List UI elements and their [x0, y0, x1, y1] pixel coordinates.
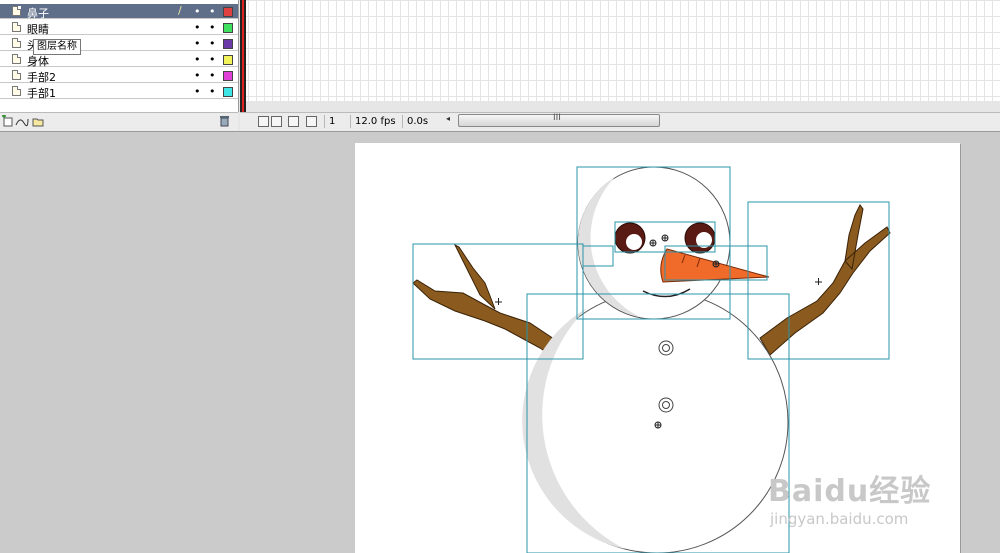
layer-name: 手部2 [27, 71, 56, 84]
visibility-dot[interactable]: • [194, 53, 201, 66]
body-button-1 [658, 340, 674, 356]
visibility-dot[interactable]: • [194, 5, 201, 18]
visibility-dot[interactable]: • [194, 21, 201, 34]
center-frame-icon[interactable] [258, 116, 269, 127]
layer-icon [12, 70, 21, 80]
lock-dot[interactable]: • [209, 37, 216, 50]
outline-color-swatch[interactable] [223, 23, 233, 33]
insert-folder-icon[interactable] [31, 115, 44, 127]
layer-row-arm2[interactable]: 手部2 • • [0, 68, 238, 84]
outline-color-swatch[interactable] [223, 55, 233, 65]
timeline-horizontal-scrollbar[interactable]: III [458, 113, 660, 127]
layer-row-eyes[interactable]: 眼睛 • • [0, 20, 238, 36]
elapsed-time: 0.0s [402, 115, 439, 128]
lock-dot[interactable]: • [209, 85, 216, 98]
outline-color-swatch[interactable] [223, 39, 233, 49]
visibility-dot[interactable]: • [194, 37, 201, 50]
layer-name: 身体 [27, 55, 49, 68]
frames-grid[interactable] [240, 0, 1000, 101]
insert-layer-icon[interactable] [1, 115, 13, 127]
lock-dot[interactable]: • [209, 5, 216, 18]
onion-skin-outlines-icon[interactable] [288, 116, 299, 127]
visibility-dot[interactable]: • [194, 85, 201, 98]
timeline-panel: 鼻子 / • • 眼睛 • • 头 • • 身体 • • [0, 0, 1000, 132]
lock-dot[interactable]: • [209, 69, 216, 82]
layer-row-arm1[interactable]: 手部1 • • [0, 84, 238, 100]
layer-icon [12, 86, 21, 96]
lock-dot[interactable]: • [209, 21, 216, 34]
layer-name: 眼睛 [27, 23, 49, 36]
layer-name-tooltip: 图层名称 [33, 39, 81, 55]
layer-icon [12, 38, 21, 48]
right-arm-branch [759, 204, 891, 356]
layer-icon [12, 54, 21, 64]
add-motion-guide-icon[interactable] [15, 115, 29, 127]
outline-color-swatch[interactable] [223, 71, 233, 81]
lock-dot[interactable]: • [209, 53, 216, 66]
left-eye-highlight [626, 234, 642, 250]
delete-layer-icon[interactable] [219, 115, 230, 127]
baidu-watermark-url: jingyan.baidu.com [770, 510, 909, 528]
edit-multiple-frames-icon[interactable] [306, 116, 317, 127]
scroll-left-arrow-icon[interactable]: ◂ [446, 114, 450, 123]
scroll-grip: III [553, 113, 561, 123]
layer-icon [12, 6, 21, 16]
layer-name: 手部1 [27, 87, 56, 100]
visibility-dot[interactable]: • [194, 69, 201, 82]
frame-rate[interactable]: 12.0 fps [350, 115, 403, 128]
layer-name: 鼻子 [27, 7, 49, 20]
outline-color-swatch[interactable] [223, 87, 233, 97]
layer-icon [12, 22, 21, 32]
pencil-icon: / [178, 4, 182, 17]
outline-color-swatch[interactable] [223, 7, 233, 17]
body-button-2 [658, 397, 674, 413]
onion-skin-icon[interactable] [271, 116, 282, 127]
current-frame: 1 [324, 115, 351, 128]
left-arm-branch [412, 243, 561, 359]
baidu-watermark: Baidu经验 [768, 474, 932, 509]
layer-list: 鼻子 / • • 眼睛 • • 头 • • 身体 • • [0, 0, 239, 112]
layer-row-nose[interactable]: 鼻子 / • • [0, 4, 238, 20]
layer-toolbar [0, 112, 238, 131]
